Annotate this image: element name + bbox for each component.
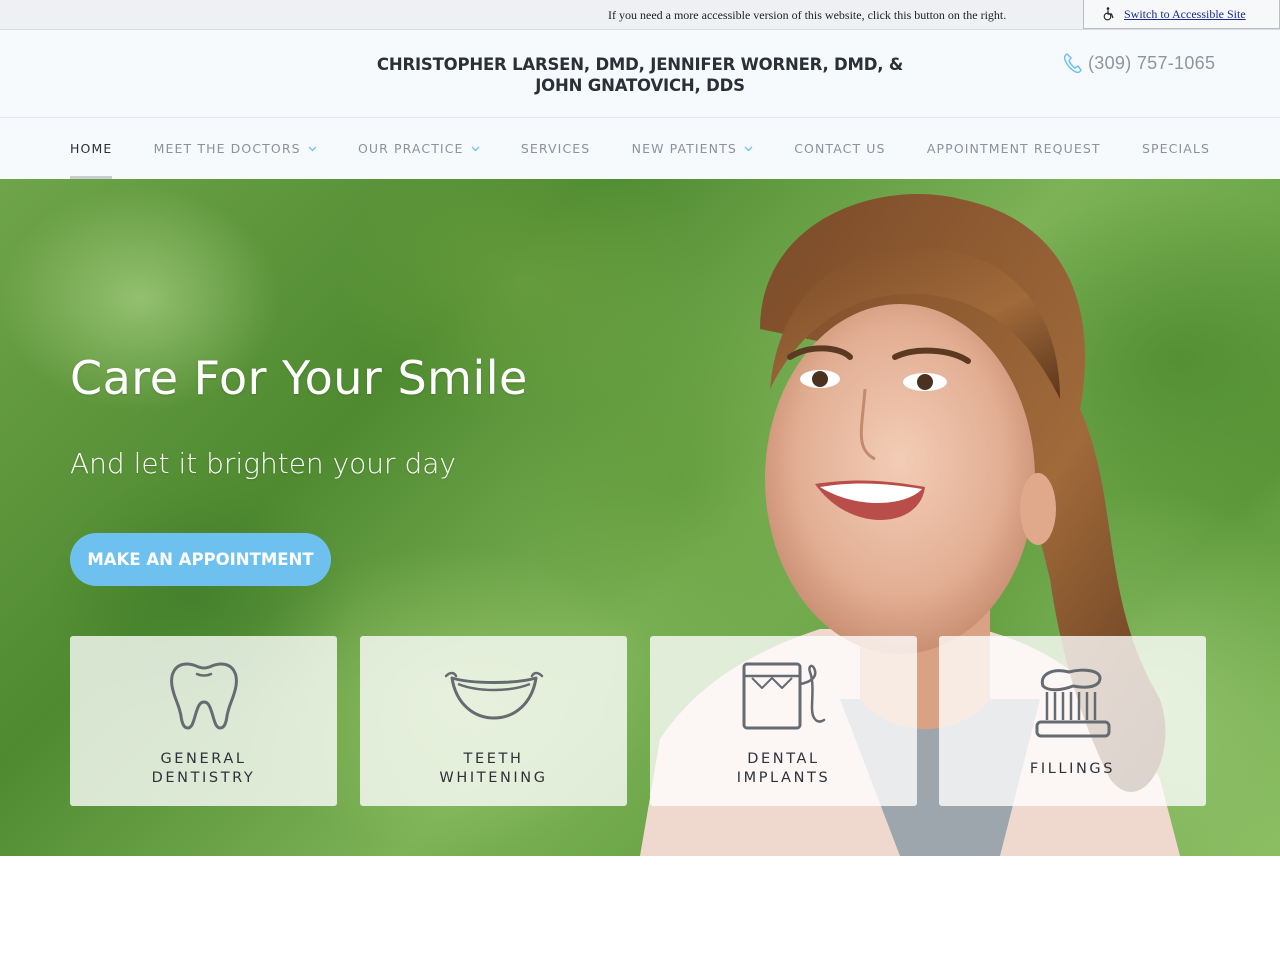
site-header: CHRISTOPHER LARSEN, DMD, JENNIFER WORNER…: [0, 30, 1280, 118]
nav-item-label: APPOINTMENT REQUEST: [926, 141, 1101, 156]
smile-icon: [444, 671, 543, 720]
nav-item-services[interactable]: SERVICES: [521, 118, 590, 179]
hero-title: Care For Your Smile: [70, 351, 528, 405]
floss-icon: [742, 662, 825, 730]
toothbrush-icon: [1035, 668, 1110, 738]
service-cards: GENERAL DENTISTRY TEETH WHITENING DENTAL…: [0, 636, 1280, 806]
nav-item-appointment-request[interactable]: APPOINTMENT REQUEST: [927, 118, 1101, 179]
nav-item-label: CONTACT US: [794, 141, 886, 156]
phone-icon: [1063, 53, 1082, 74]
nav-item-meet-the-doctors[interactable]: MEET THE DOCTORS: [154, 118, 317, 179]
tooth-icon: [169, 662, 238, 730]
service-card-label: TEETH WHITENING: [439, 751, 548, 786]
nav-item-label: OUR PRACTICE: [357, 141, 464, 156]
nav-item-home[interactable]: HOME: [70, 118, 113, 179]
main-nav: HOME MEET THE DOCTORS OUR PRACTICE SERVICES…: [0, 118, 1280, 179]
service-card-general-dentistry[interactable]: GENERAL DENTISTRY: [70, 636, 337, 806]
service-card-dental-implants[interactable]: DENTAL IMPLANTS: [650, 636, 917, 806]
practice-name[interactable]: CHRISTOPHER LARSEN, DMD, JENNIFER WORNER…: [340, 54, 940, 96]
nav-item-our-practice[interactable]: OUR PRACTICE: [358, 118, 480, 179]
accessibility-message: If you need a more accessible version of…: [608, 8, 1007, 22]
chevron-down-icon: [471, 146, 480, 151]
nav-item-contact-us[interactable]: CONTACT US: [794, 118, 885, 179]
chevron-down-icon: [744, 146, 753, 151]
wheelchair-icon: [1103, 7, 1114, 21]
switch-accessible-site-link[interactable]: Switch to Accessible Site: [1124, 7, 1246, 22]
nav-item-label: SERVICES: [520, 141, 591, 156]
hero-banner: Care For Your Smile And let it brighten …: [0, 179, 1280, 856]
service-card-label: GENERAL DENTISTRY: [151, 751, 256, 786]
switch-accessible-site-button[interactable]: Switch to Accessible Site: [1083, 0, 1280, 29]
service-card-label: FILLINGS: [1029, 761, 1116, 777]
hero-subtitle: And let it brighten your day: [70, 447, 456, 480]
service-card-teeth-whitening[interactable]: TEETH WHITENING: [360, 636, 627, 806]
phone-number: (309) 757-1065: [1088, 52, 1216, 73]
service-card-label: DENTAL IMPLANTS: [736, 751, 831, 786]
nav-item-new-patients[interactable]: NEW PATIENTS: [632, 118, 753, 179]
practice-name-line-2: JOHN GNATOVICH, DDS: [535, 76, 745, 95]
nav-item-specials[interactable]: SPECIALS: [1142, 118, 1210, 179]
accessibility-bar: If you need a more accessible version of…: [0, 0, 1280, 30]
nav-item-label: SPECIALS: [1141, 141, 1210, 156]
practice-name-line-1: CHRISTOPHER LARSEN, DMD, JENNIFER WORNER…: [376, 55, 904, 74]
nav-item-label: MEET THE DOCTORS: [153, 141, 301, 156]
nav-item-label: HOME: [70, 141, 113, 156]
make-appointment-button[interactable]: MAKE AN APPOINTMENT: [70, 533, 331, 586]
service-card-fillings[interactable]: FILLINGS: [939, 636, 1206, 806]
phone-link[interactable]: (309) 757-1065: [1062, 52, 1215, 74]
nav-list: HOME MEET THE DOCTORS OUR PRACTICE SERVICES…: [70, 118, 1210, 179]
nav-item-label: NEW PATIENTS: [631, 141, 737, 156]
chevron-down-icon: [308, 146, 317, 151]
